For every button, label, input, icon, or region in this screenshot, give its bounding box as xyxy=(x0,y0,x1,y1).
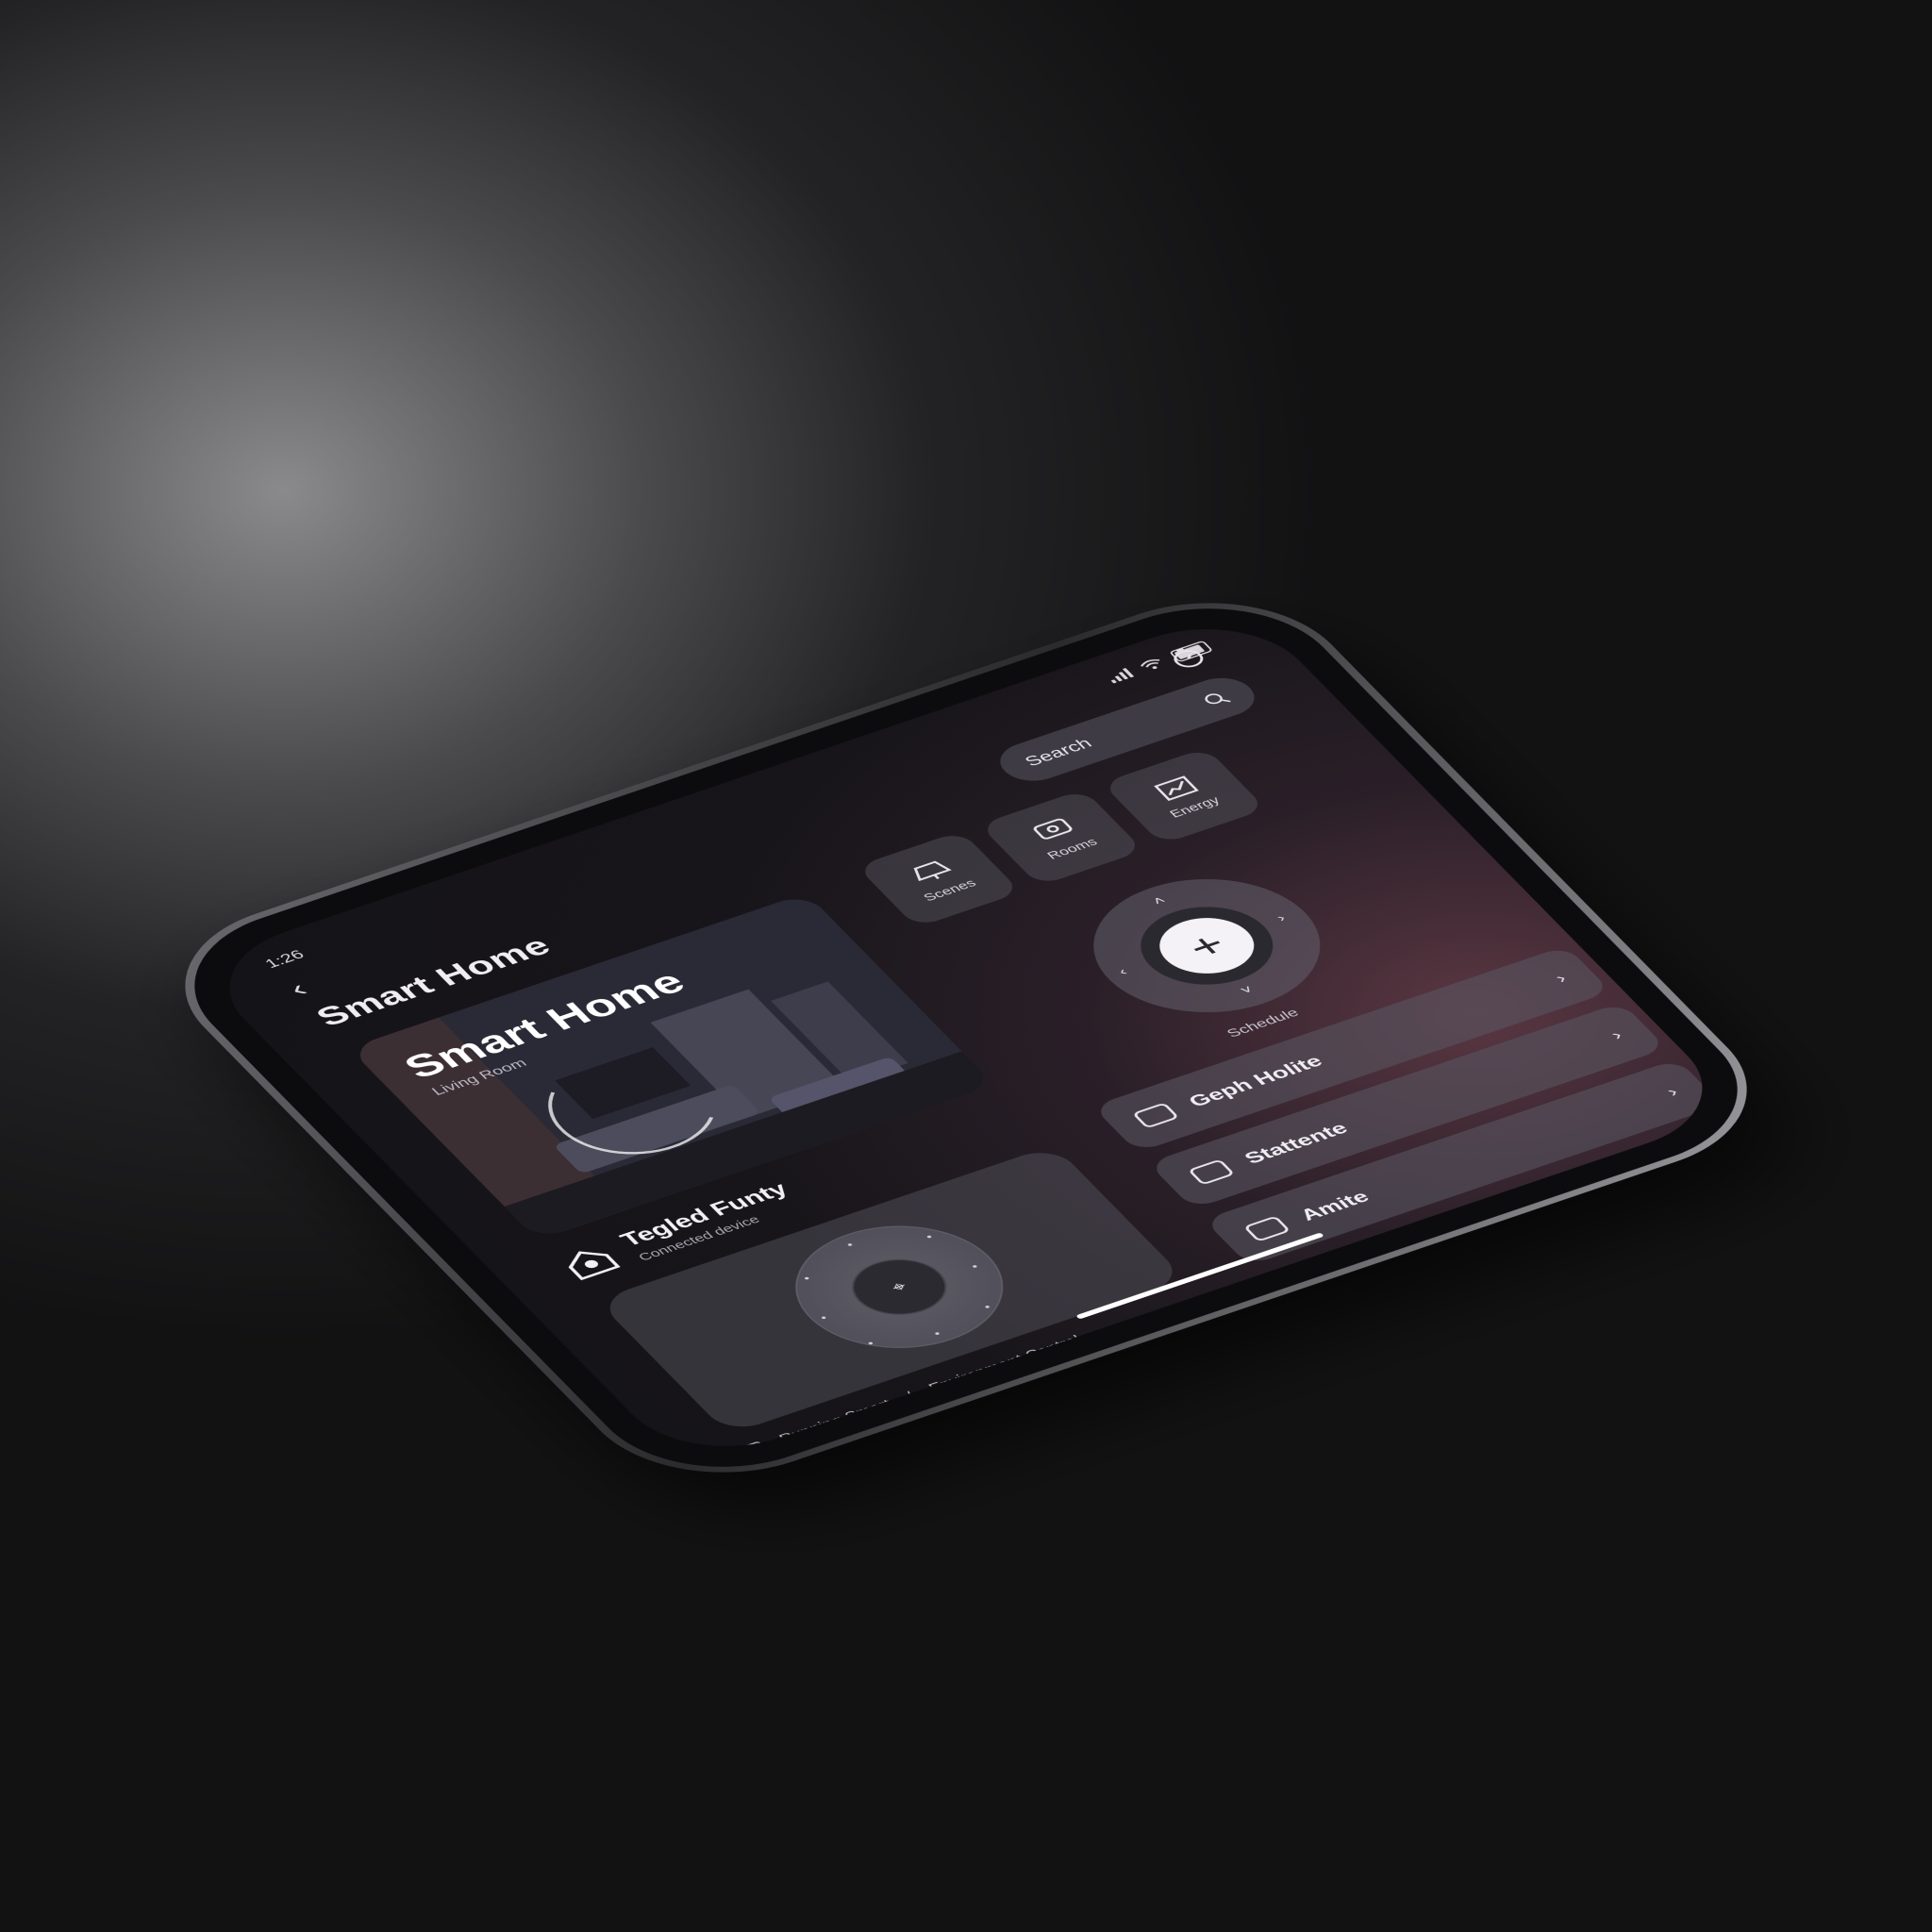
remote-center: + xyxy=(1116,892,1297,999)
crosshair-icon: ⌖ xyxy=(885,1276,912,1296)
chart-icon xyxy=(1153,775,1199,801)
add-button[interactable]: + xyxy=(1141,908,1272,984)
remote-label: Schedule xyxy=(1224,1006,1303,1041)
tile-rooms[interactable]: Rooms xyxy=(978,789,1144,887)
plus-icon: + xyxy=(1176,924,1237,967)
remote-dial[interactable]: ˄ ‹ › ˅ + xyxy=(1052,855,1362,1037)
chat-icon xyxy=(1033,818,1073,840)
home-icon xyxy=(568,1251,621,1281)
dial-tick: • xyxy=(864,1339,877,1349)
dial-tick: • xyxy=(923,1232,937,1242)
dial-tick: • xyxy=(843,1240,858,1250)
dial-tick: • xyxy=(931,1328,944,1340)
footer-divider: / xyxy=(903,1390,919,1403)
tile-energy[interactable]: Energy xyxy=(1101,747,1267,845)
tablet-screen: 1:26 ‹ Smart Home Smart Home Living Room… xyxy=(190,606,1742,1470)
chevron-right-icon: › xyxy=(1605,1025,1627,1043)
arrow-up-icon[interactable]: ˄ xyxy=(1149,894,1170,908)
hero-card[interactable]: Smart Home Living Room xyxy=(348,892,995,1241)
status-time: 1:26 xyxy=(260,946,308,972)
chevron-left-icon: ‹ xyxy=(282,976,314,1002)
arrow-down-icon[interactable]: ˅ xyxy=(1237,983,1257,997)
search-icon xyxy=(1205,693,1231,705)
dial-tick: • xyxy=(981,1302,994,1312)
lamp-icon xyxy=(913,860,952,881)
dial-tick: • xyxy=(817,1312,831,1324)
tablet-frame: 1:26 ‹ Smart Home Smart Home Living Room… xyxy=(133,573,1799,1503)
dial-tick: • xyxy=(968,1261,982,1272)
wifi-icon xyxy=(1140,658,1160,670)
checkbox[interactable] xyxy=(740,1441,769,1457)
tv-icon xyxy=(1187,1158,1236,1186)
chevron-right-icon: › xyxy=(1660,1082,1683,1100)
tile-scenes[interactable]: Scenes xyxy=(856,830,1022,928)
signal-icon xyxy=(1106,667,1135,684)
back-button[interactable]: ‹ xyxy=(282,971,336,1002)
dial-center-button[interactable]: ⌖ xyxy=(835,1249,964,1325)
sofa-icon xyxy=(1131,1102,1180,1129)
chevron-right-icon: › xyxy=(1549,969,1572,987)
camera-icon xyxy=(1242,1215,1291,1242)
arrow-right-icon[interactable]: › xyxy=(1274,911,1290,924)
tablet-bezel: 1:26 ‹ Smart Home Smart Home Living Room… xyxy=(146,580,1786,1495)
arrow-left-icon[interactable]: ‹ xyxy=(1115,965,1131,978)
search-label: Search xyxy=(1021,735,1096,770)
dial-tick: • xyxy=(801,1274,814,1284)
control-dial[interactable]: • • • • • • • • ⌖ xyxy=(758,1203,1041,1371)
